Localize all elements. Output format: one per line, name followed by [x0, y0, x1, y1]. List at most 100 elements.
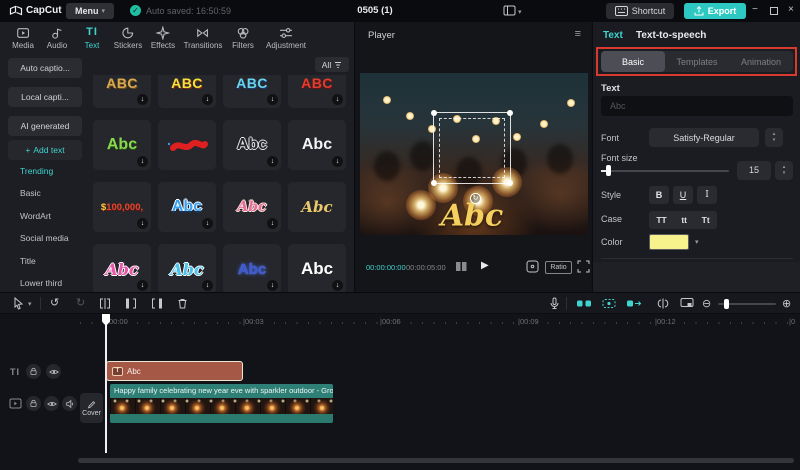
menu-button[interactable]: Menu ▾: [66, 3, 114, 19]
text-preset-card[interactable]: $100,000,↓: [93, 182, 151, 232]
lock-track-button[interactable]: [26, 396, 41, 411]
text-preset-card[interactable]: ABC↓: [223, 75, 281, 108]
sidebar-item-ai-generated[interactable]: AI generated: [8, 116, 82, 136]
sidebar-item-lower-third[interactable]: Lower third: [20, 278, 62, 288]
delete-icon[interactable]: [176, 297, 189, 310]
font-size-stepper[interactable]: ▴ ▾: [775, 161, 793, 180]
auto-ripple-icon[interactable]: [626, 297, 642, 310]
sidebar-item-title[interactable]: Title: [20, 256, 36, 266]
zoom-out-icon[interactable]: ⊖: [702, 297, 711, 310]
player-menu-icon[interactable]: ≡: [575, 28, 581, 40]
text-preset-card[interactable]: Abc↓: [223, 120, 281, 170]
export-button[interactable]: Export: [684, 3, 746, 19]
record-voiceover-icon[interactable]: [548, 297, 561, 310]
tab-text[interactable]: TI Text: [85, 26, 100, 50]
playhead-line[interactable]: [105, 314, 107, 453]
maximize-button[interactable]: [770, 7, 778, 15]
sidebar-item-local-captions[interactable]: Local capti...: [8, 87, 82, 107]
layout-chevron-icon[interactable]: ▾: [518, 8, 522, 16]
resize-handle[interactable]: [431, 110, 437, 116]
mute-track-button[interactable]: [62, 396, 77, 411]
sidebar-item-auto-captions[interactable]: Auto captio...: [8, 58, 82, 78]
lowercase-button[interactable]: tt: [681, 215, 687, 225]
split-preview-icon[interactable]: [656, 297, 670, 310]
font-size-value[interactable]: 15: [737, 161, 771, 180]
frame-preview-icon[interactable]: [455, 261, 468, 272]
rotate-handle[interactable]: ↻: [470, 193, 481, 204]
text-preset-card[interactable]: ABC↓: [288, 75, 346, 108]
video-clip[interactable]: Happy family celebrating new year eve wi…: [110, 384, 333, 423]
text-preset-card[interactable]: Abc↓: [223, 244, 281, 292]
font-size-slider-thumb[interactable]: [606, 165, 611, 176]
sidebar-item-social-media[interactable]: Social media: [20, 233, 69, 243]
sidebar-item-wordart[interactable]: WordArt: [20, 211, 51, 221]
link-clips-icon[interactable]: [576, 297, 592, 310]
layout-icon[interactable]: [503, 5, 516, 16]
fit-screen-icon[interactable]: [526, 260, 539, 273]
lock-track-button[interactable]: [26, 364, 41, 379]
timeline-ruler[interactable]: [80, 322, 796, 324]
titlecase-button[interactable]: Tt: [702, 215, 710, 225]
edit-cover-button[interactable]: Cover: [80, 393, 103, 423]
split-icon[interactable]: [98, 297, 112, 310]
tab-media[interactable]: Media: [12, 26, 34, 50]
select-tool-icon[interactable]: [12, 297, 25, 310]
sidebar-item-trending[interactable]: Trending: [20, 166, 53, 176]
uppercase-button[interactable]: TT: [656, 215, 666, 225]
text-preset-card[interactable]: Abc↓: [288, 120, 346, 170]
text-preset-card[interactable]: Abc↓: [288, 244, 346, 292]
screen-mirror-icon[interactable]: [680, 297, 694, 309]
italic-button[interactable]: I: [697, 186, 717, 204]
inspector-tab-text[interactable]: Text: [603, 30, 623, 41]
sidebar-item-basic[interactable]: Basic: [20, 188, 41, 198]
delete-right-icon[interactable]: [150, 297, 164, 310]
video-overlay-text[interactable]: Abc: [441, 199, 504, 234]
bold-button[interactable]: B: [649, 186, 669, 204]
fullscreen-icon[interactable]: [577, 260, 590, 273]
stepper-down-icon[interactable]: ▾: [783, 171, 786, 176]
text-preset-card[interactable]: Abc↓: [93, 120, 151, 170]
tab-transitions[interactable]: Transitions: [184, 26, 223, 50]
tab-stickers[interactable]: Stickers: [114, 26, 142, 50]
filter-all-button[interactable]: All: [315, 57, 349, 72]
color-swatch[interactable]: [649, 234, 689, 250]
font-dropdown[interactable]: Satisfy-Regular: [649, 128, 759, 147]
ratio-button[interactable]: Ratio: [545, 261, 572, 274]
font-stepper[interactable]: ▴ ▾: [765, 128, 783, 147]
text-preset-card[interactable]: Abc↓: [158, 182, 216, 232]
tab-adjustment[interactable]: Adjustment: [266, 26, 306, 50]
tab-filters[interactable]: Filters: [232, 26, 254, 50]
text-preset-card[interactable]: Abc: [288, 182, 346, 232]
undo-icon[interactable]: ↺: [50, 296, 59, 309]
inspector-tab-text-to-speech[interactable]: Text-to-speech: [636, 30, 706, 41]
text-preset-card[interactable]: ABC↓: [93, 75, 151, 108]
zoom-in-icon[interactable]: ⊕: [782, 297, 791, 310]
font-size-slider[interactable]: [601, 170, 729, 172]
text-selection-box[interactable]: ↻: [433, 112, 511, 184]
text-preset-card[interactable]: [158, 120, 216, 170]
text-preset-card[interactable]: Abc↓: [223, 182, 281, 232]
select-tool-chevron-icon[interactable]: ▾: [28, 300, 32, 308]
magnetic-snap-icon[interactable]: [601, 297, 617, 310]
underline-button[interactable]: U: [673, 186, 693, 204]
toggle-track-visibility-button[interactable]: [44, 396, 59, 411]
timeline-horizontal-scrollbar[interactable]: [78, 458, 794, 463]
text-preset-card[interactable]: Abc↓: [93, 244, 151, 292]
tab-effects[interactable]: Effects: [151, 26, 175, 50]
add-text-button[interactable]: + Add text: [8, 140, 82, 160]
play-button[interactable]: ▶: [481, 260, 489, 271]
stepper-down-icon[interactable]: ▾: [773, 138, 776, 143]
tab-audio[interactable]: Audio: [47, 26, 67, 50]
resize-handle[interactable]: [507, 180, 513, 186]
shortcut-button[interactable]: Shortcut: [606, 3, 674, 19]
redo-icon[interactable]: ↻: [76, 296, 85, 309]
color-chevron-icon[interactable]: ▾: [695, 238, 699, 246]
toggle-track-visibility-button[interactable]: [46, 364, 61, 379]
resize-handle[interactable]: [431, 180, 437, 186]
resize-handle[interactable]: [507, 110, 513, 116]
close-button[interactable]: ×: [788, 4, 794, 15]
text-content-input[interactable]: Abc: [601, 96, 793, 116]
timeline-zoom-slider-thumb[interactable]: [724, 299, 729, 309]
minimize-button[interactable]: −: [752, 4, 758, 15]
text-preset-card[interactable]: ABC↓: [158, 75, 216, 108]
